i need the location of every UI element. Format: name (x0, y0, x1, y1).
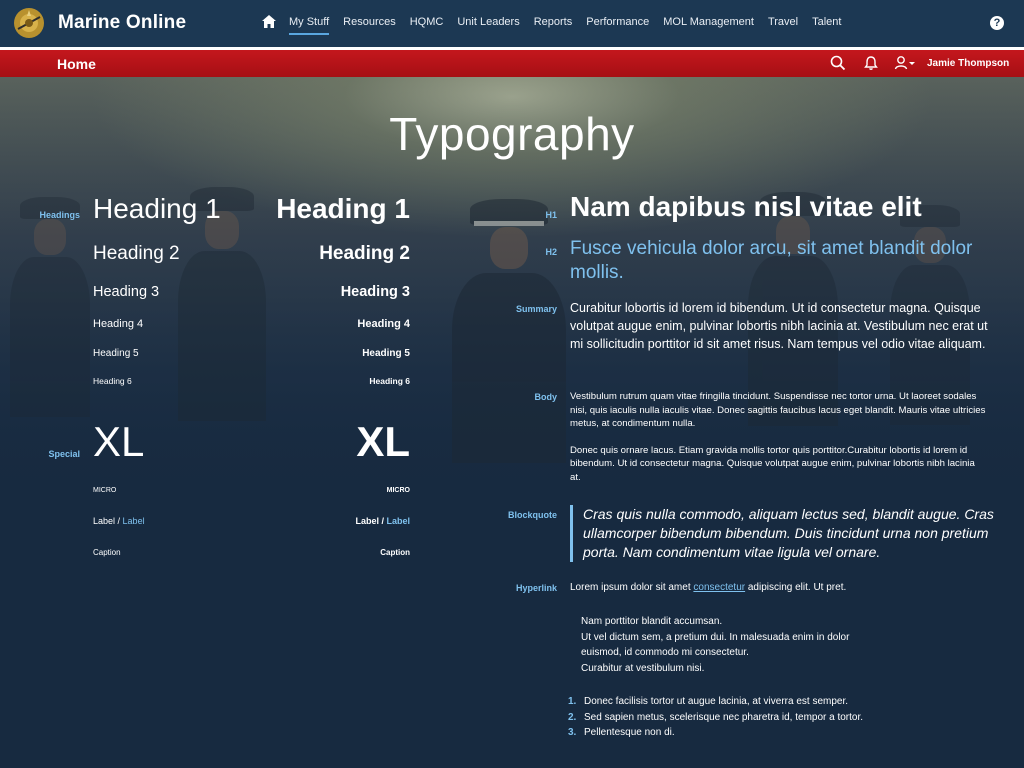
sample-blockquote: Cras quis nulla commodo, aliquam lectus … (570, 505, 998, 562)
emblem-logo[interactable] (12, 6, 46, 40)
address-line: Curabitur at vestibulum nisi. (581, 662, 705, 674)
nav-item-hqmc[interactable]: HQMC (410, 16, 444, 28)
xl-bold: XL (356, 418, 410, 465)
label-special: Special (48, 449, 80, 459)
list-item-text: Pellentesque non di. (584, 727, 675, 738)
address-line: Nam porttitor blandit accumsan. (581, 616, 723, 627)
list-item: 3. Pellentesque non di. (568, 725, 898, 741)
help-icon[interactable]: ? (990, 16, 1004, 30)
heading-2-regular: Heading 2 (93, 243, 180, 264)
list-item-text: Sed sapien metus, scelerisque nec pharet… (584, 711, 864, 723)
hyperlink-text-after: adipiscing elit. Ut pret. (745, 582, 847, 593)
label-h2: H2 (545, 247, 557, 257)
body-paragraph: Donec quis ornare lacus. Etiam gravida m… (570, 444, 975, 483)
label-h1: H1 (545, 210, 557, 220)
sample-address-block: Nam porttitor blandit accumsan. Ut vel d… (581, 614, 849, 676)
label-regular: Label / Label (93, 516, 145, 526)
label-body: Body (534, 392, 558, 402)
label-accent-text: Label (386, 516, 410, 526)
list-item: 2. Sed sapien metus, scelerisque nec phar… (568, 710, 898, 726)
page-name: Home (57, 56, 96, 72)
heading-5-regular: Heading 5 (93, 348, 139, 359)
app-title[interactable]: Marine Online (58, 12, 186, 34)
top-navigation: Marine Online My Stuff Resources HQMC Un… (0, 0, 1024, 47)
list-item: 1. Donec facilisis tortor ut augue lacini… (568, 694, 898, 710)
label-bold: Label / Label (355, 516, 410, 526)
xl-regular: XL (93, 418, 145, 465)
label-blockquote: Blockquote (507, 510, 557, 520)
nav-item-mol-management[interactable]: MOL Management (663, 16, 754, 28)
nav-item-unit-leaders[interactable]: Unit Leaders (457, 16, 519, 28)
heading-1-bold: Heading 1 (276, 193, 410, 224)
list-number: 3. (568, 727, 577, 738)
nav-item-talent[interactable]: Talent (812, 16, 841, 28)
label-accent-text: Label (122, 516, 145, 526)
list-item-text: Donec facilisis tortor ut augue lacinia,… (584, 696, 849, 707)
search-icon[interactable] (830, 55, 846, 71)
hyperlink-text-before: Lorem ipsum dolor sit amet (570, 582, 694, 593)
heading-3-regular: Heading 3 (93, 284, 160, 300)
heading-6-bold: Heading 6 (369, 376, 410, 386)
label-summary: Summary (515, 304, 557, 314)
home-icon[interactable] (262, 15, 276, 28)
page-title: Typography (389, 108, 635, 160)
nav-item-travel[interactable]: Travel (768, 16, 798, 28)
heading-4-bold: Heading 4 (357, 318, 410, 330)
micro-bold: MICRO (386, 487, 410, 494)
sample-body: Vestibulum rutrum quam vitae fringilla t… (570, 390, 988, 484)
label-headings: Headings (39, 210, 80, 220)
main-nav: My Stuff Resources HQMC Unit Leaders Rep… (289, 16, 855, 35)
sample-link[interactable]: consectetur (693, 582, 745, 593)
sample-h2: Fusce vehicula dolor arcu, sit amet blan… (570, 238, 973, 283)
nav-item-performance[interactable]: Performance (586, 16, 649, 28)
nav-item-reports[interactable]: Reports (534, 16, 573, 28)
heading-5-bold: Heading 5 (362, 348, 410, 359)
sample-h1: Nam dapibus nisl vitae elit (570, 191, 922, 222)
sample-summary: Curabitur lobortis id lorem id bibendum.… (570, 301, 988, 351)
list-number: 2. (568, 711, 577, 723)
user-icon[interactable] (894, 55, 916, 71)
page-header-bar: Home Jamie Thompson (0, 50, 1024, 77)
bell-icon[interactable] (863, 55, 879, 71)
micro-regular: MICRO (93, 487, 117, 494)
caption-bold: Caption (380, 548, 410, 557)
address-line: Ut vel dictum sem, a pretium dui. In mal… (581, 631, 850, 643)
label-hyperlink: Hyperlink (515, 583, 557, 593)
caption-regular: Caption (93, 548, 121, 557)
nav-item-my-stuff[interactable]: My Stuff (289, 16, 330, 35)
heading-6-regular: Heading 6 (93, 376, 132, 386)
list-number: 1. (568, 696, 577, 707)
body-paragraph: Vestibulum rutrum quam vitae fringilla t… (570, 391, 986, 429)
sample-hyperlink-paragraph: Lorem ipsum dolor sit amet consectetur a… (570, 582, 988, 593)
nav-item-resources[interactable]: Resources (343, 16, 396, 28)
sample-ordered-list: 1. Donec facilisis tortor ut augue lacini… (568, 694, 898, 741)
heading-4-regular: Heading 4 (93, 318, 144, 330)
heading-3-bold: Heading 3 (340, 284, 410, 300)
label-text: Label (93, 516, 116, 526)
user-name[interactable]: Jamie Thompson (927, 58, 1009, 69)
heading-1-regular: Heading 1 (93, 193, 221, 224)
label-separator: / (115, 516, 123, 526)
address-line: euismod, id commodo mi consectetur. (581, 647, 749, 658)
heading-2-bold: Heading 2 (319, 243, 410, 264)
label-text: Label (355, 516, 379, 526)
